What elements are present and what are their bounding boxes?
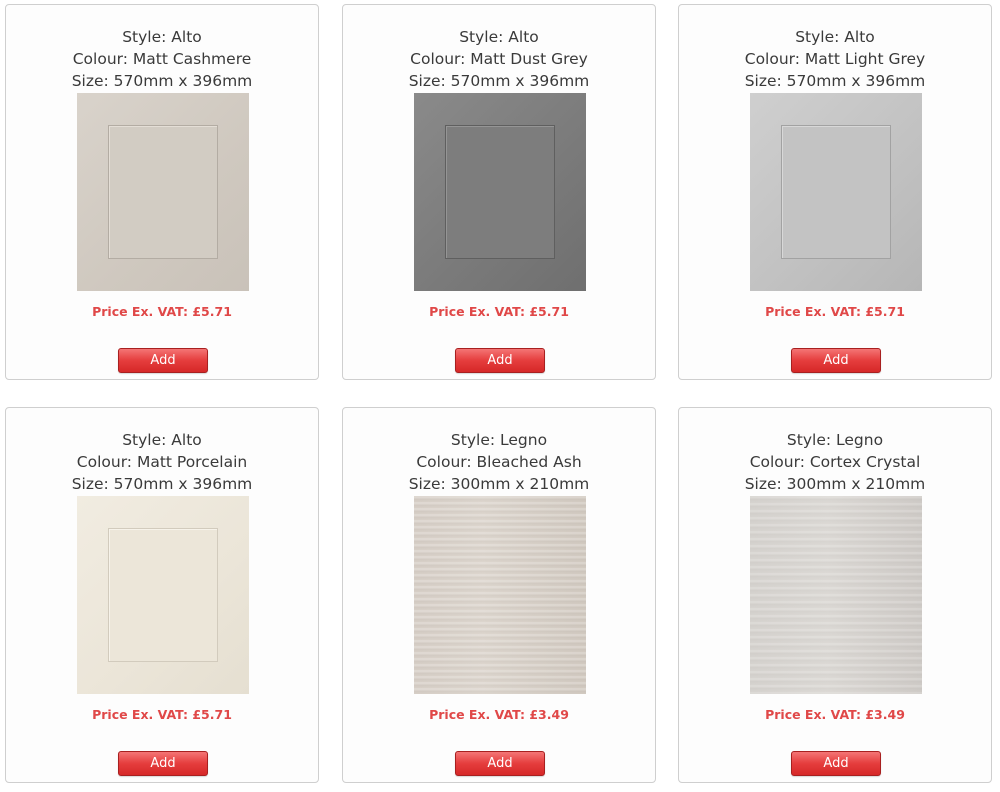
add-button[interactable]: Add [791,751,881,776]
product-size: Size: 570mm x 396mm [408,72,590,90]
product-image[interactable] [414,496,586,694]
product-price: Price Ex. VAT: £5.71 [92,707,232,722]
product-card: Style: Legno Colour: Bleached Ash Size: … [342,407,656,783]
add-button[interactable]: Add [118,348,208,373]
product-colour: Colour: Cortex Crystal [749,453,921,471]
product-colour: Colour: Matt Light Grey [744,50,926,68]
product-info: Style: Legno Colour: Bleached Ash Size: … [343,429,655,495]
product-grid: Style: Alto Colour: Matt Cashmere Size: … [0,0,1000,792]
product-style: Style: Legno [786,431,884,449]
product-info: Style: Alto Colour: Matt Dust Grey Size:… [343,26,655,92]
product-image[interactable] [750,496,922,694]
product-price: Price Ex. VAT: £5.71 [765,304,905,319]
product-price: Price Ex. VAT: £3.49 [765,707,905,722]
product-price: Price Ex. VAT: £3.49 [429,707,569,722]
product-card: Style: Alto Colour: Matt Dust Grey Size:… [342,4,656,380]
product-size: Size: 570mm x 396mm [744,72,926,90]
product-price: Price Ex. VAT: £5.71 [92,304,232,319]
door-panel [108,528,218,662]
product-size: Size: 300mm x 210mm [744,475,926,493]
product-image[interactable] [77,93,249,291]
product-card: Style: Alto Colour: Matt Porcelain Size:… [5,407,319,783]
product-size: Size: 300mm x 210mm [408,475,590,493]
product-colour: Colour: Matt Porcelain [76,453,248,471]
product-style: Style: Alto [459,28,539,46]
product-info: Style: Legno Colour: Cortex Crystal Size… [679,429,991,495]
product-card: Style: Alto Colour: Matt Light Grey Size… [678,4,992,380]
product-info: Style: Alto Colour: Matt Cashmere Size: … [6,26,318,92]
product-style: Style: Alto [795,28,875,46]
door-panel [781,125,891,259]
door-panel [445,125,555,259]
product-card: Style: Alto Colour: Matt Cashmere Size: … [5,4,319,380]
add-button[interactable]: Add [455,348,545,373]
product-image[interactable] [414,93,586,291]
add-button[interactable]: Add [791,348,881,373]
product-info: Style: Alto Colour: Matt Light Grey Size… [679,26,991,92]
product-colour: Colour: Matt Dust Grey [410,50,588,68]
product-style: Style: Legno [450,431,548,449]
product-colour: Colour: Bleached Ash [416,453,582,471]
product-card: Style: Legno Colour: Cortex Crystal Size… [678,407,992,783]
product-image[interactable] [77,496,249,694]
add-button[interactable]: Add [118,751,208,776]
product-price: Price Ex. VAT: £5.71 [429,304,569,319]
product-colour: Colour: Matt Cashmere [72,50,252,68]
product-style: Style: Alto [122,431,202,449]
product-info: Style: Alto Colour: Matt Porcelain Size:… [6,429,318,495]
product-image[interactable] [750,93,922,291]
product-size: Size: 570mm x 396mm [71,475,253,493]
product-style: Style: Alto [122,28,202,46]
add-button[interactable]: Add [455,751,545,776]
product-size: Size: 570mm x 396mm [71,72,253,90]
door-panel [108,125,218,259]
